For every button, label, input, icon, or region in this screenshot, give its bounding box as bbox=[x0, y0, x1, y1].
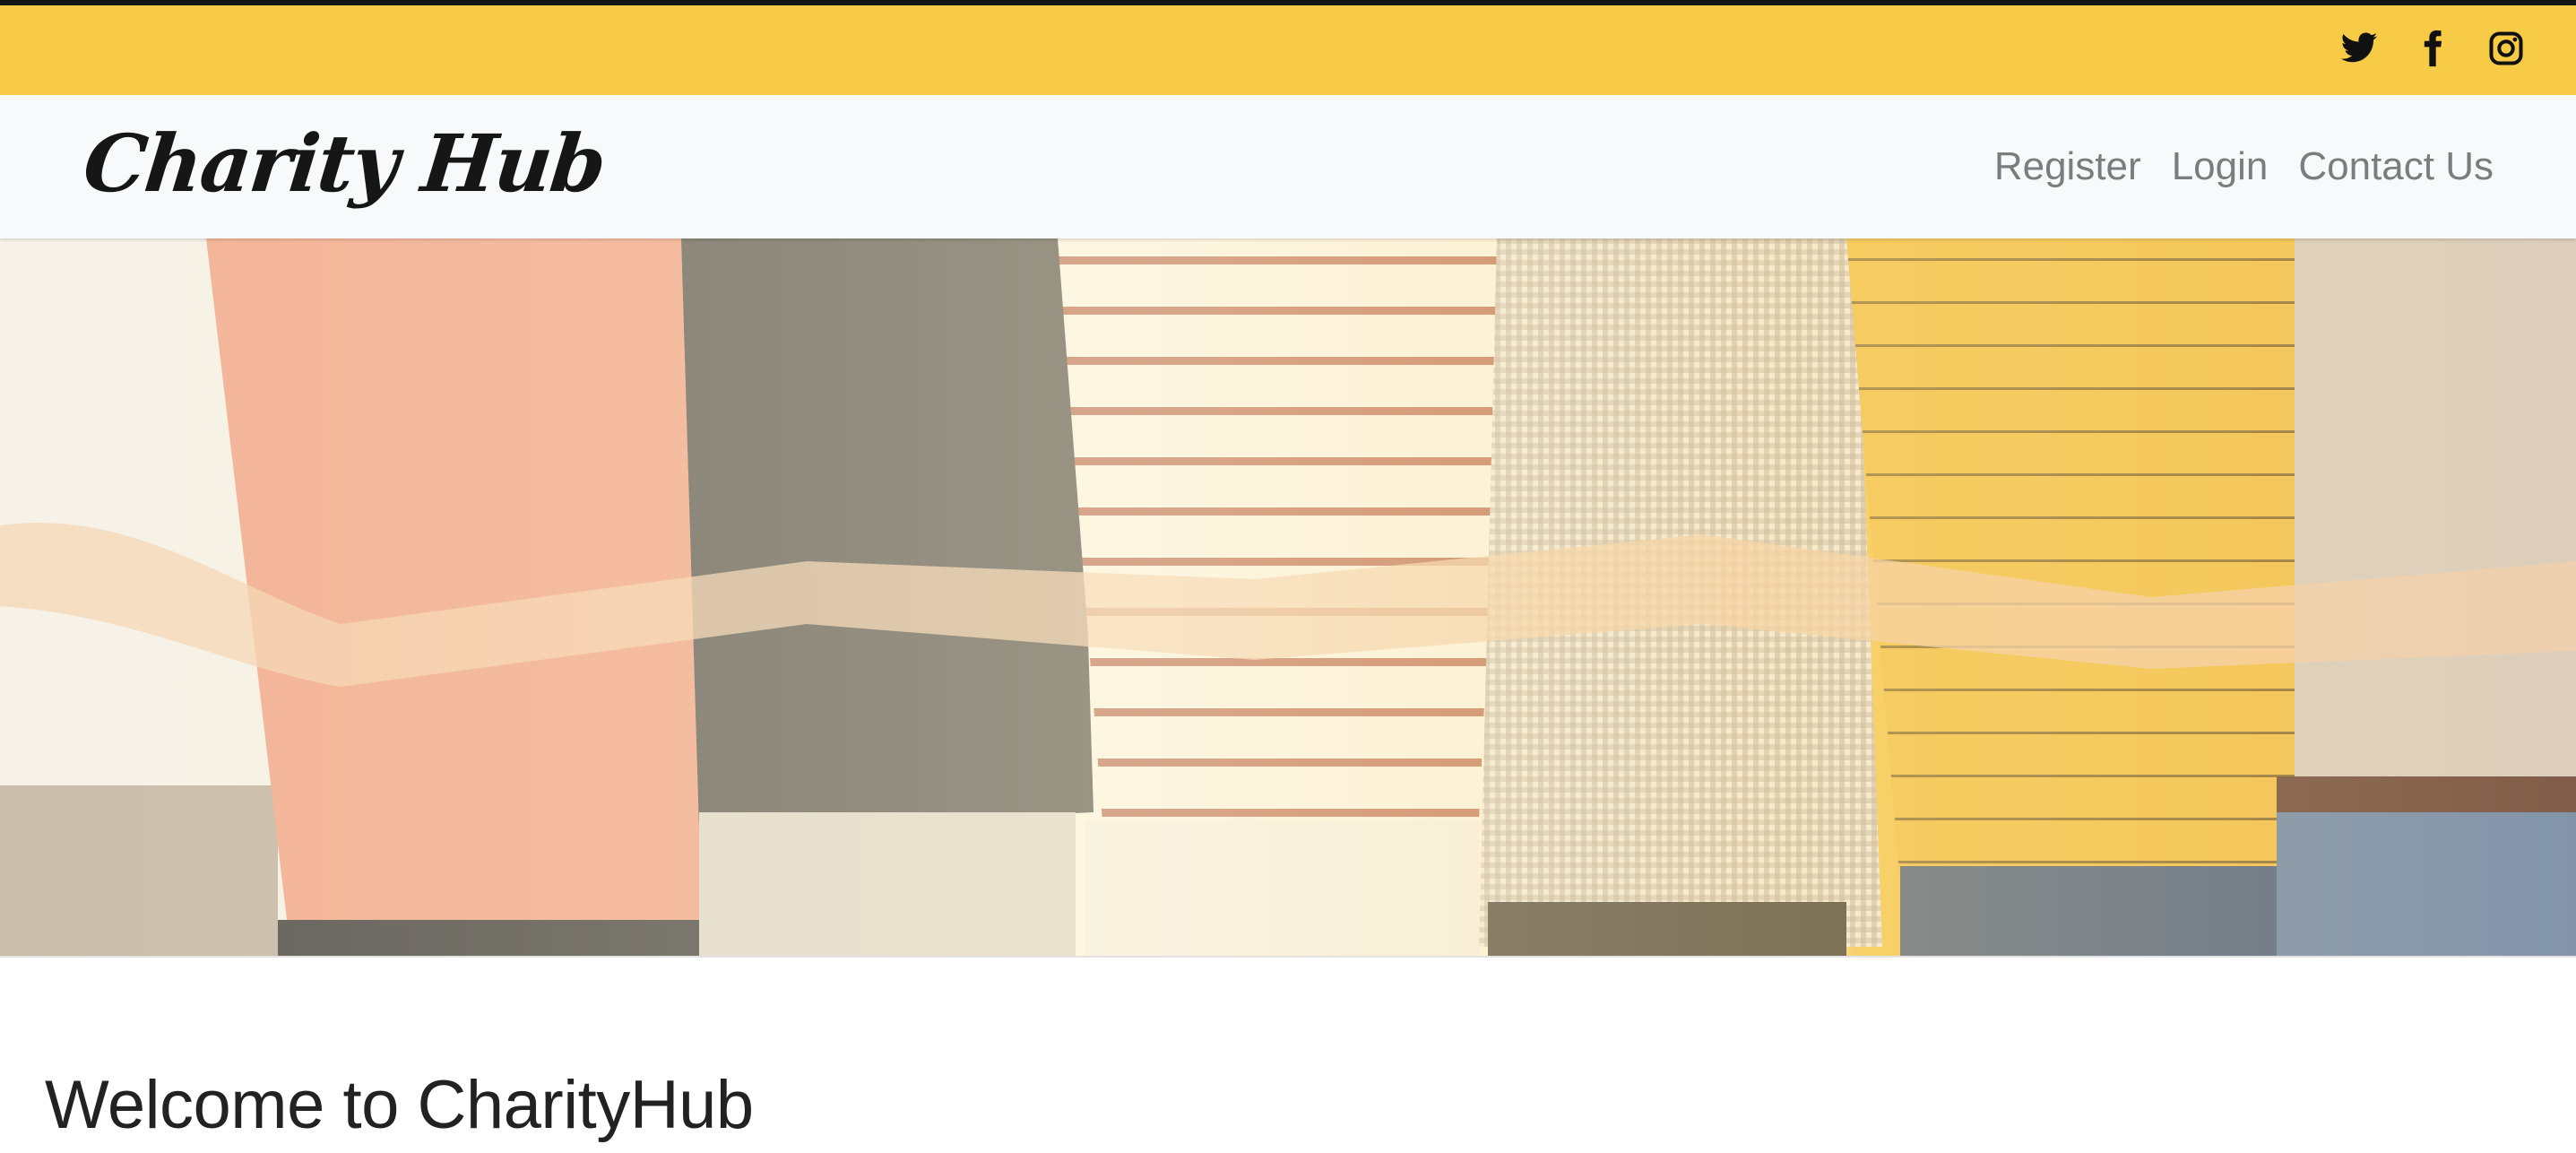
hero-people-illustration bbox=[0, 238, 2576, 956]
social-links bbox=[2339, 27, 2526, 70]
nav-links: Register Login Contact Us bbox=[1994, 140, 2494, 194]
main-navbar: Charity Hub Register Login Contact Us bbox=[0, 95, 2576, 238]
twitter-icon[interactable] bbox=[2339, 29, 2379, 68]
top-social-bar bbox=[0, 0, 2576, 95]
nav-contact-us-link[interactable]: Contact Us bbox=[2298, 140, 2494, 194]
nav-login-link[interactable]: Login bbox=[2172, 140, 2269, 194]
facebook-icon[interactable] bbox=[2413, 29, 2452, 68]
brand-logo[interactable]: Charity Hub bbox=[80, 117, 609, 210]
hero-image bbox=[0, 238, 2576, 958]
welcome-heading: Welcome to CharityHub bbox=[45, 1067, 754, 1143]
nav-register-link[interactable]: Register bbox=[1994, 140, 2141, 194]
instagram-icon[interactable] bbox=[2486, 29, 2526, 68]
